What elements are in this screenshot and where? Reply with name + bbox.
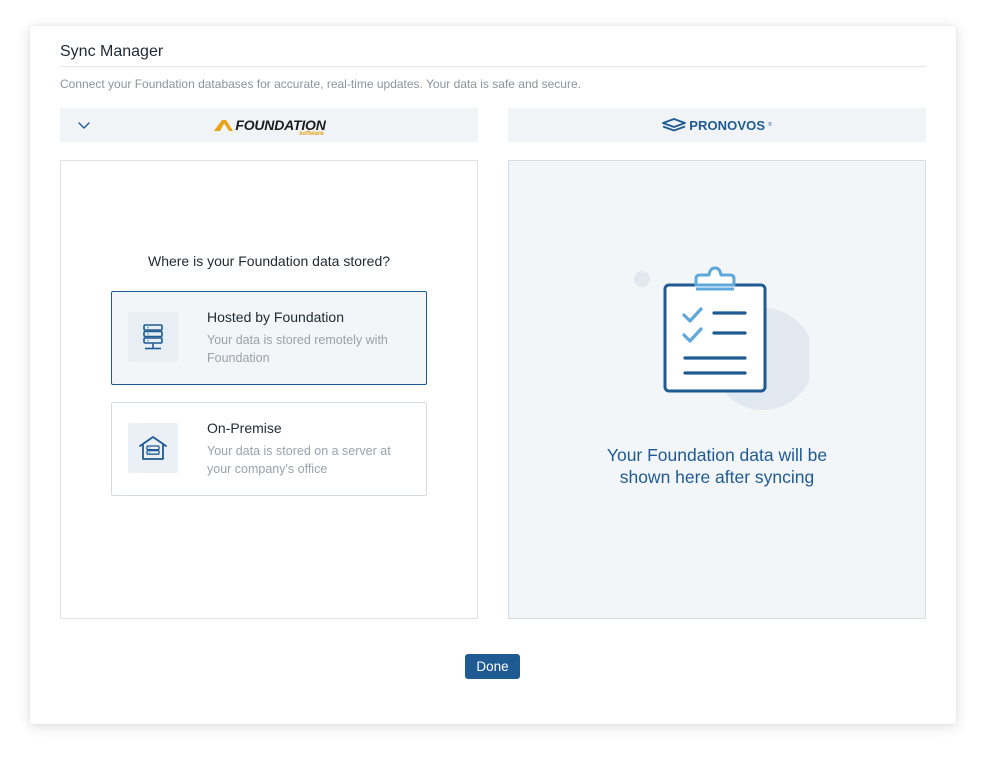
foundation-software-tag: software xyxy=(298,131,324,137)
pronovos-mark-icon xyxy=(662,118,687,132)
foundation-header-bar: FOUNDATION software xyxy=(60,108,478,142)
dialog-title: Sync Manager xyxy=(60,43,164,60)
foundation-wordmark: FOUNDATION xyxy=(235,117,326,133)
title-divider xyxy=(60,66,926,67)
pronovos-logo: PRONOVOS ® xyxy=(662,118,772,133)
on-premise-option[interactable]: On-Premise Your data is stored on a serv… xyxy=(111,402,427,496)
empty-state-message: Your Foundation data will be shown here … xyxy=(509,444,925,488)
hosted-option-description: Your data is stored remotely with Founda… xyxy=(207,333,388,365)
foundation-mark-icon xyxy=(214,120,234,131)
hosted-by-foundation-option[interactable]: Hosted by Foundation Your data is stored… xyxy=(111,291,427,385)
done-button[interactable]: Done xyxy=(465,654,520,679)
on-premise-option-description: Your data is stored on a server at your … xyxy=(207,444,391,476)
dialog-subtitle: Connect your Foundation databases for ac… xyxy=(60,77,581,91)
pronovos-header-bar: PRONOVOS ® xyxy=(508,108,926,142)
building-server-icon xyxy=(128,423,178,473)
registered-mark: ® xyxy=(768,122,772,128)
server-stack-icon xyxy=(128,312,178,362)
foundation-logo: FOUNDATION software xyxy=(214,117,326,137)
chevron-down-icon[interactable] xyxy=(76,117,92,133)
on-premise-option-title: On-Premise xyxy=(207,420,282,436)
clipboard-checklist-icon xyxy=(634,266,809,410)
sync-preview-panel: Your Foundation data will be shown here … xyxy=(508,160,926,619)
empty-state-line-1: Your Foundation data will be xyxy=(606,445,828,465)
empty-state-line-2: shown here after syncing xyxy=(619,467,815,487)
data-location-question: Where is your Foundation data stored? xyxy=(147,253,391,269)
data-source-panel: Where is your Foundation data stored? Ho… xyxy=(60,160,478,619)
sync-manager-dialog: Sync Manager Connect your Foundation dat… xyxy=(30,26,956,724)
hosted-option-title: Hosted by Foundation xyxy=(207,309,344,325)
pronovos-wordmark: PRONOVOS xyxy=(689,117,766,133)
